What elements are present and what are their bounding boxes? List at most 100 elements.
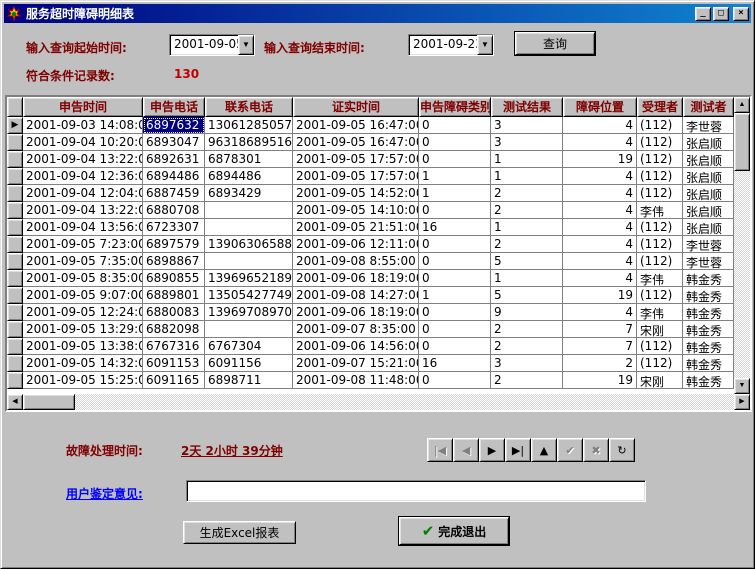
grid-cell[interactable]: 9 xyxy=(491,304,563,321)
grid-cell[interactable]: (112) xyxy=(637,117,683,134)
grid-cell[interactable]: 张启顺 xyxy=(683,219,734,236)
grid-cell[interactable]: 16 xyxy=(419,355,491,372)
grid-cell[interactable]: 2001-09-07 15:21:00 xyxy=(293,355,419,372)
grid-cell[interactable]: 16 xyxy=(419,219,491,236)
grid-cell[interactable]: 2001-09-05 14:52:00 xyxy=(293,185,419,202)
grid-cell[interactable]: (112) xyxy=(637,134,683,151)
grid-cell[interactable]: 韩金秀 xyxy=(683,321,734,338)
grid-cell[interactable]: 0 xyxy=(419,321,491,338)
maximize-button[interactable]: □ xyxy=(713,7,729,21)
grid-cell[interactable]: 韩金秀 xyxy=(683,355,734,372)
grid-cell[interactable]: 2001-09-05 14:10:00 xyxy=(293,202,419,219)
grid-cell[interactable]: 0 xyxy=(419,151,491,168)
query-button[interactable]: 查询 xyxy=(515,32,595,55)
grid-cell[interactable]: 6893429 xyxy=(205,185,293,202)
scroll-left-icon[interactable]: ◀ xyxy=(7,394,23,410)
grid-cell[interactable]: 2001-09-08 11:48:00 xyxy=(293,372,419,389)
grid-cell[interactable]: 宋刚 xyxy=(637,372,683,389)
grid-cell[interactable]: 张启顺 xyxy=(683,151,734,168)
grid-cell[interactable]: 19 xyxy=(563,151,637,168)
nav-next-button[interactable]: ▶ xyxy=(479,438,505,462)
grid-cell[interactable]: 6897632 xyxy=(143,117,205,134)
grid-cell[interactable]: 2001-09-05 14:32:00 xyxy=(23,355,143,372)
grid-cell[interactable]: 韩金秀 xyxy=(683,372,734,389)
scroll-down-icon[interactable]: ▼ xyxy=(734,378,750,394)
grid-cell[interactable]: 2001-09-05 13:38:00 xyxy=(23,338,143,355)
grid-cell[interactable]: 2 xyxy=(491,185,563,202)
grid-cell[interactable]: 4 xyxy=(563,202,637,219)
grid-cell[interactable]: 2001-09-04 13:22:00 xyxy=(23,202,143,219)
grid-cell[interactable]: 2001-09-04 10:20:00 xyxy=(23,134,143,151)
nav-edit-button[interactable]: ▲ xyxy=(531,438,557,462)
grid-cell[interactable]: 13505427749 xyxy=(205,287,293,304)
grid-cell[interactable]: (112) xyxy=(637,253,683,270)
grid-cell[interactable]: 2001-09-04 12:04:00 xyxy=(23,185,143,202)
grid-cell[interactable]: 2001-09-06 18:19:00 xyxy=(293,304,419,321)
grid-cell[interactable]: 6893047 xyxy=(143,134,205,151)
grid-cell[interactable]: (112) xyxy=(637,219,683,236)
grid-cell[interactable]: 2001-09-06 14:56:00 xyxy=(293,338,419,355)
grid-cell[interactable]: 4 xyxy=(563,117,637,134)
horizontal-scrollbar[interactable]: ◀ ▶ xyxy=(7,394,750,410)
exit-button[interactable]: ✔完成退出 xyxy=(399,517,509,545)
grid-cell[interactable]: 6887459 xyxy=(143,185,205,202)
grid-cell[interactable]: 2001-09-06 12:11:00 xyxy=(293,236,419,253)
grid-cell[interactable]: 6898711 xyxy=(205,372,293,389)
grid-cell[interactable]: 6894486 xyxy=(143,168,205,185)
chevron-down-icon[interactable]: ▼ xyxy=(477,35,493,55)
nav-refresh-button[interactable]: ↻ xyxy=(609,438,635,462)
grid-cell[interactable]: 13969652189 xyxy=(205,270,293,287)
grid-cell[interactable]: 1 xyxy=(491,151,563,168)
grid-cell[interactable]: (112) xyxy=(637,185,683,202)
grid-cell[interactable]: 13061285057 xyxy=(205,117,293,134)
grid-cell[interactable]: 6880083 xyxy=(143,304,205,321)
grid-cell[interactable]: 2 xyxy=(563,355,637,372)
grid-cell[interactable]: 0 xyxy=(419,117,491,134)
grid-cell[interactable]: 李世蓉 xyxy=(683,236,734,253)
grid-cell[interactable]: 韩金秀 xyxy=(683,304,734,321)
chevron-down-icon[interactable]: ▼ xyxy=(238,35,254,55)
grid-cell[interactable]: 6091156 xyxy=(205,355,293,372)
opinion-input[interactable] xyxy=(186,480,646,502)
grid-cell[interactable]: 1 xyxy=(419,185,491,202)
grid-cell[interactable]: 4 xyxy=(563,168,637,185)
grid-cell[interactable]: 6890855 xyxy=(143,270,205,287)
grid-cell[interactable]: 4 xyxy=(563,253,637,270)
grid-cell[interactable]: 张启顺 xyxy=(683,185,734,202)
vertical-scrollbar-thumb[interactable] xyxy=(734,113,750,171)
grid-cell[interactable]: 张启顺 xyxy=(683,134,734,151)
grid-cell[interactable] xyxy=(205,219,293,236)
grid-cell[interactable]: 韩金秀 xyxy=(683,338,734,355)
grid-cell[interactable]: 李世蓉 xyxy=(683,117,734,134)
grid-cell[interactable]: 2 xyxy=(491,372,563,389)
grid-cell[interactable]: 2001-09-03 14:08:00 xyxy=(23,117,143,134)
grid-cell[interactable]: 6880708 xyxy=(143,202,205,219)
grid-cell[interactable]: 0 xyxy=(419,202,491,219)
grid-cell[interactable]: 4 xyxy=(563,185,637,202)
grid-cell[interactable]: 6723307 xyxy=(143,219,205,236)
grid-cell[interactable]: 韩金秀 xyxy=(683,270,734,287)
grid-cell[interactable]: 0 xyxy=(419,270,491,287)
grid-cell[interactable]: 2001-09-05 7:23:00 xyxy=(23,236,143,253)
grid-cell[interactable]: 4 xyxy=(563,134,637,151)
grid-cell[interactable]: 0 xyxy=(419,372,491,389)
grid-cell[interactable]: 7 xyxy=(563,338,637,355)
grid-cell[interactable]: 韩金秀 xyxy=(683,287,734,304)
grid-cell[interactable]: 2001-09-05 16:47:00 xyxy=(293,117,419,134)
grid-cell[interactable]: 6898867 xyxy=(143,253,205,270)
grid-cell[interactable]: 2001-09-04 13:22:00 xyxy=(23,151,143,168)
scroll-right-icon[interactable]: ▶ xyxy=(734,394,750,410)
grid-cell[interactable]: 1 xyxy=(419,287,491,304)
grid-cell[interactable]: 0 xyxy=(419,134,491,151)
grid-cell[interactable]: 2001-09-05 12:24:00 xyxy=(23,304,143,321)
grid-cell[interactable]: 李伟 xyxy=(637,270,683,287)
grid-cell[interactable]: 2001-09-05 13:29:00 xyxy=(23,321,143,338)
grid-cell[interactable]: 张启顺 xyxy=(683,168,734,185)
grid-cell[interactable]: 2001-09-05 17:57:00 xyxy=(293,168,419,185)
grid-cell[interactable]: 2001-09-05 16:47:00 xyxy=(293,134,419,151)
grid-cell[interactable]: 1 xyxy=(419,168,491,185)
grid-cell[interactable]: 2001-09-05 21:51:00 xyxy=(293,219,419,236)
minimize-button[interactable]: _ xyxy=(695,7,711,21)
grid-cell[interactable]: 3 xyxy=(491,355,563,372)
grid-cell[interactable]: 0 xyxy=(419,338,491,355)
